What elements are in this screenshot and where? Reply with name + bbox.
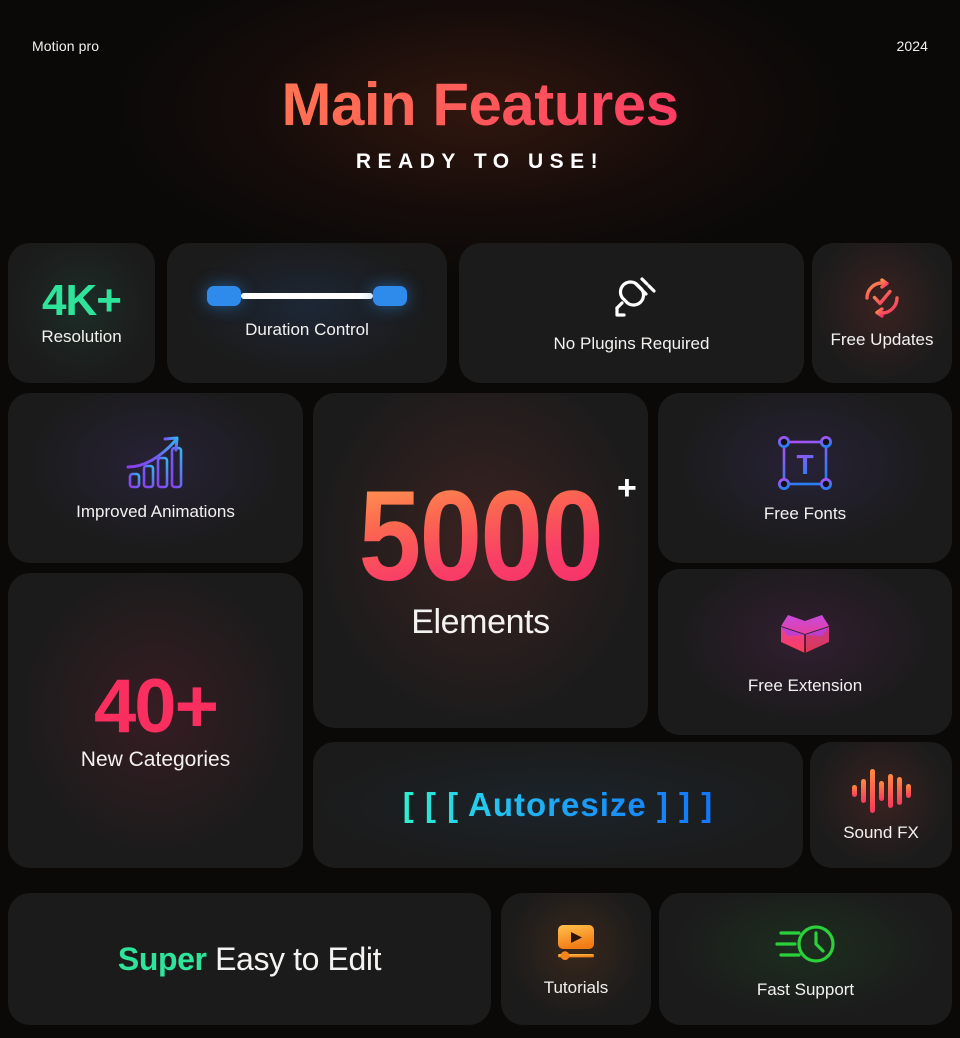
easy-edit-accent: Super: [117, 940, 207, 977]
card-free-fonts[interactable]: T Free Fonts: [658, 393, 952, 563]
easy-edit-text: Super Easy to Edit: [117, 940, 382, 978]
card-elements[interactable]: 5000 + Elements: [313, 393, 648, 728]
categories-label: New Categories: [80, 747, 231, 771]
elements-plus: +: [617, 469, 637, 508]
elements-value: 5000: [358, 465, 604, 609]
resolution-value: 4K+: [42, 275, 122, 325]
tutorials-label: Tutorials: [543, 977, 609, 997]
duration-label: Duration Control: [245, 319, 369, 339]
animations-label: Improved Animations: [76, 501, 235, 521]
card-easy-to-edit[interactable]: Super Easy to Edit: [8, 893, 491, 1025]
fonts-label: Free Fonts: [763, 503, 847, 523]
card-duration-control[interactable]: Duration Control: [167, 243, 447, 383]
card-tutorials[interactable]: Tutorials: [501, 893, 651, 1025]
card-fast-support[interactable]: Fast Support: [659, 893, 952, 1025]
updates-label: Free Updates: [830, 329, 934, 349]
elements-value-wrap: 5000 +: [342, 465, 637, 609]
brand-label: Motion pro: [32, 38, 100, 54]
easy-edit-rest: Easy to Edit: [206, 940, 382, 977]
plugins-label: No Plugins Required: [553, 333, 710, 353]
refresh-check-icon: [860, 276, 904, 320]
resolution-label: Resolution: [41, 326, 122, 346]
card-no-plugins[interactable]: No Plugins Required: [459, 243, 804, 383]
card-sound-fx[interactable]: Sound FX: [810, 742, 952, 868]
main-features-page: Motion pro 2024 Main Features READY TO U…: [0, 0, 960, 1038]
audio-waveform-icon: [851, 767, 911, 815]
extension-label: Free Extension: [747, 675, 863, 695]
elements-label: Elements: [411, 602, 550, 641]
support-label: Fast Support: [756, 979, 855, 999]
fast-clock-icon: [774, 918, 837, 970]
card-improved-animations[interactable]: Improved Animations: [8, 393, 303, 563]
page-subtitle: READY TO USE!: [355, 150, 605, 173]
topbar: Motion pro 2024: [0, 38, 960, 54]
card-resolution[interactable]: 4K+ Resolution: [8, 243, 155, 383]
text-bounding-box-icon: T: [774, 432, 836, 494]
card-new-categories[interactable]: 40+ New Categories: [8, 573, 303, 868]
page-title: Main Features: [0, 70, 960, 139]
unplugged-plug-icon: [606, 272, 658, 324]
growth-bar-chart-icon: [124, 434, 188, 492]
card-autoresize[interactable]: [ [ [ Autoresize ] ] ]: [313, 742, 803, 868]
slider-handle-right[interactable]: [373, 285, 407, 306]
autoresize-label: [ [ [ Autoresize ] ] ]: [402, 786, 714, 823]
year-label: 2024: [896, 38, 928, 54]
svg-text:T: T: [796, 449, 813, 480]
categories-value: 40+: [94, 663, 219, 749]
soundfx-label: Sound FX: [843, 822, 919, 842]
slider-track[interactable]: [241, 292, 373, 299]
card-free-extension[interactable]: Free Extension: [658, 569, 952, 735]
open-box-icon: [772, 608, 838, 666]
card-free-updates[interactable]: Free Updates: [812, 243, 952, 383]
video-player-icon: [551, 920, 601, 968]
slider-handle-left[interactable]: [207, 285, 241, 306]
range-slider-icon[interactable]: [207, 285, 407, 306]
